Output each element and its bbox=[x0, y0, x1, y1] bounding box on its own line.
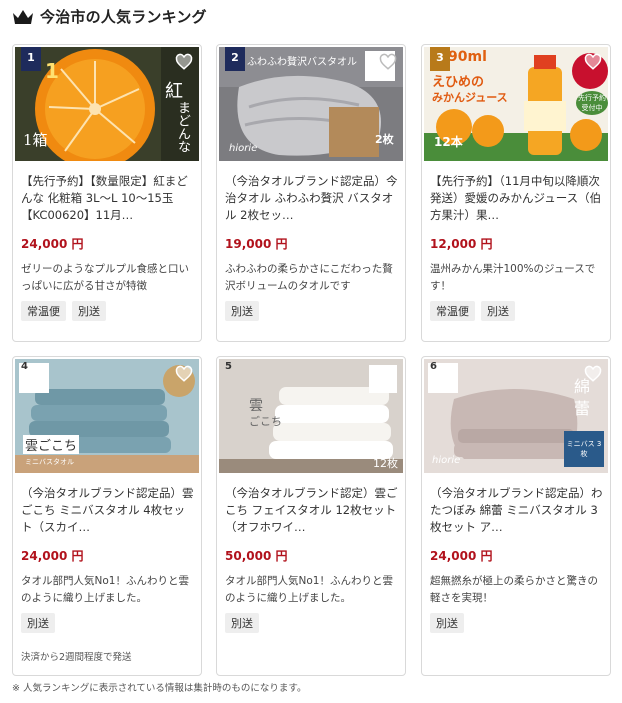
image-caption: 雲ごこち bbox=[23, 435, 80, 454]
product-price: 19,000 円 bbox=[225, 237, 288, 251]
image-caption: まどんな bbox=[175, 101, 190, 153]
ranking-card-3[interactable]: 3 90ml えひめの みかんジュース 12本 先行予約受付中 【先行予約】（1… bbox=[421, 44, 611, 342]
product-title[interactable]: 【先行予約】【数量限定】紅まどんな 化粧箱 3L～L 10～15玉【KC0062… bbox=[21, 173, 195, 224]
ranking-header: 今治市の人気ランキング bbox=[12, 6, 207, 27]
product-description: タオル部門人気No1！ふんわりと雲のように織り上げました。 bbox=[21, 575, 189, 604]
image-caption: 12本 bbox=[434, 135, 463, 149]
crown-icon bbox=[12, 9, 34, 25]
tag-list: 別送 bbox=[430, 613, 464, 633]
image-caption: 1 bbox=[45, 59, 59, 83]
product-description: ふわふわの柔らかさにこだわった贅沢ボリュームのタオルです bbox=[225, 263, 393, 292]
image-caption: えひめの bbox=[432, 75, 485, 90]
product-price: 24,000 円 bbox=[430, 549, 493, 563]
image-caption: ごこち bbox=[249, 415, 282, 428]
image-caption: 雲 bbox=[249, 398, 263, 414]
footnote: ※ 人気ランキングに表示されている情報は集計時のものになります。 bbox=[12, 683, 307, 694]
ranking-card-2[interactable]: 2 ふわふわ贅沢バスタオル hiorie 2枚 （今治タオルブランド認定品）今治… bbox=[216, 44, 406, 342]
product-image[interactable]: 5 雲 ごこち 12枚 bbox=[219, 359, 403, 473]
tag: 別送 bbox=[225, 301, 259, 321]
heart-icon[interactable] bbox=[584, 365, 602, 383]
image-caption: 12枚 bbox=[373, 457, 398, 470]
image-caption: ふわふわ贅沢バスタオル bbox=[247, 57, 357, 68]
image-caption: 90ml bbox=[448, 49, 487, 65]
rank-number: 4 bbox=[21, 361, 28, 372]
product-description: ゼリーのようなプルプル食感と口いっぱいに広がる甘さが特徴 bbox=[21, 263, 189, 292]
image-caption: ミニバスタオル bbox=[25, 458, 74, 466]
image-caption: 先行予約受付中 bbox=[576, 91, 608, 115]
product-image[interactable]: 2 ふわふわ贅沢バスタオル hiorie 2枚 bbox=[219, 47, 403, 161]
image-caption: 2枚 bbox=[375, 133, 394, 146]
tag: 別送 bbox=[430, 613, 464, 633]
image-caption: 1箱 bbox=[23, 131, 48, 149]
ranking-card-6[interactable]: 6 綿 蕾 hiorie ミニバス 3枚 （今治タオルブランド認定品）わたつぼみ… bbox=[421, 356, 611, 676]
tag: 別送 bbox=[21, 613, 55, 633]
tag: 別送 bbox=[72, 301, 106, 321]
heart-icon[interactable] bbox=[175, 365, 193, 383]
product-title[interactable]: （今治タオルブランド認定品）今治タオル ふわふわ贅沢 バスタオル 2枚セッ… bbox=[225, 173, 399, 224]
tag-list: 別送 bbox=[225, 613, 259, 633]
product-image[interactable]: 1 紅 まどんな 1箱 1 bbox=[15, 47, 199, 161]
product-price: 24,000 円 bbox=[21, 549, 84, 563]
image-caption: ミニバス 3枚 bbox=[566, 440, 602, 458]
rank-number: 5 bbox=[225, 361, 232, 372]
tag: 別送 bbox=[225, 613, 259, 633]
ranking-card-4[interactable]: 4 雲ごこち ミニバスタオル （今治タオルブランド認定品）雲ごこち ミニバスタオ… bbox=[12, 356, 202, 676]
product-description: タオル部門人気No1！ふんわりと雲のように織り上げました。 bbox=[225, 575, 393, 604]
tag-list: 常温便 別送 bbox=[21, 301, 106, 321]
rank-badge: 3 bbox=[430, 47, 450, 71]
tag-list: 常温便 別送 bbox=[430, 301, 515, 321]
product-price: 24,000 円 bbox=[21, 237, 84, 251]
tag-list: 別送 bbox=[21, 613, 55, 633]
product-description: 超無撚糸が極上の柔らかさと驚きの軽さを実現！ bbox=[430, 575, 598, 604]
rank-number: 6 bbox=[430, 361, 437, 372]
product-image[interactable]: 3 90ml えひめの みかんジュース 12本 先行予約受付中 bbox=[424, 47, 608, 161]
product-title[interactable]: （今治タオルブランド認定品）わたつぼみ 綿蕾 ミニバスタオル 3枚セット ア… bbox=[430, 485, 604, 536]
image-caption: hiorie bbox=[229, 143, 258, 154]
tag: 常温便 bbox=[21, 301, 66, 321]
image-caption: みかんジュース bbox=[432, 91, 508, 104]
shipping-note: 決済から2週間程度で発送 bbox=[21, 652, 132, 663]
product-title[interactable]: 【先行予約】（11月中旬以降順次発送）愛媛のみかんジュース（伯方果汁）果… bbox=[430, 173, 604, 224]
product-title[interactable]: （今治タオルブランド認定品）雲ごこち ミニバスタオル 4枚セット（スカイ… bbox=[21, 485, 195, 536]
ranking-card-5[interactable]: 5 雲 ごこち 12枚 （今治タオルブランド認定）雲ごこち フェイスタオル 12… bbox=[216, 356, 406, 676]
product-image[interactable]: 6 綿 蕾 hiorie ミニバス 3枚 bbox=[424, 359, 608, 473]
rank-badge: 1 bbox=[21, 47, 41, 71]
tag-list: 別送 bbox=[225, 301, 259, 321]
heart-icon[interactable] bbox=[175, 53, 193, 71]
heart-icon[interactable] bbox=[379, 53, 397, 71]
product-price: 50,000 円 bbox=[225, 549, 288, 563]
image-caption: hiorie bbox=[432, 455, 461, 466]
heart-icon[interactable] bbox=[584, 53, 602, 71]
tag: 別送 bbox=[481, 301, 515, 321]
page-title: 今治市の人気ランキング bbox=[40, 8, 207, 26]
product-image[interactable]: 4 雲ごこち ミニバスタオル bbox=[15, 359, 199, 473]
image-caption: 蕾 bbox=[574, 399, 591, 418]
tag: 常温便 bbox=[430, 301, 475, 321]
product-description: 温州みかん果汁100%のジュースです！ bbox=[430, 263, 596, 292]
rank-badge: 2 bbox=[225, 47, 245, 71]
product-price: 12,000 円 bbox=[430, 237, 493, 251]
ranking-card-1[interactable]: 1 紅 まどんな 1箱 1 【先行予約】【数量限定】紅まどんな 化粧箱 3L～L… bbox=[12, 44, 202, 342]
product-title[interactable]: （今治タオルブランド認定）雲ごこち フェイスタオル 12枚セット（オフホワイ… bbox=[225, 485, 399, 536]
image-caption: 紅 bbox=[165, 81, 183, 102]
